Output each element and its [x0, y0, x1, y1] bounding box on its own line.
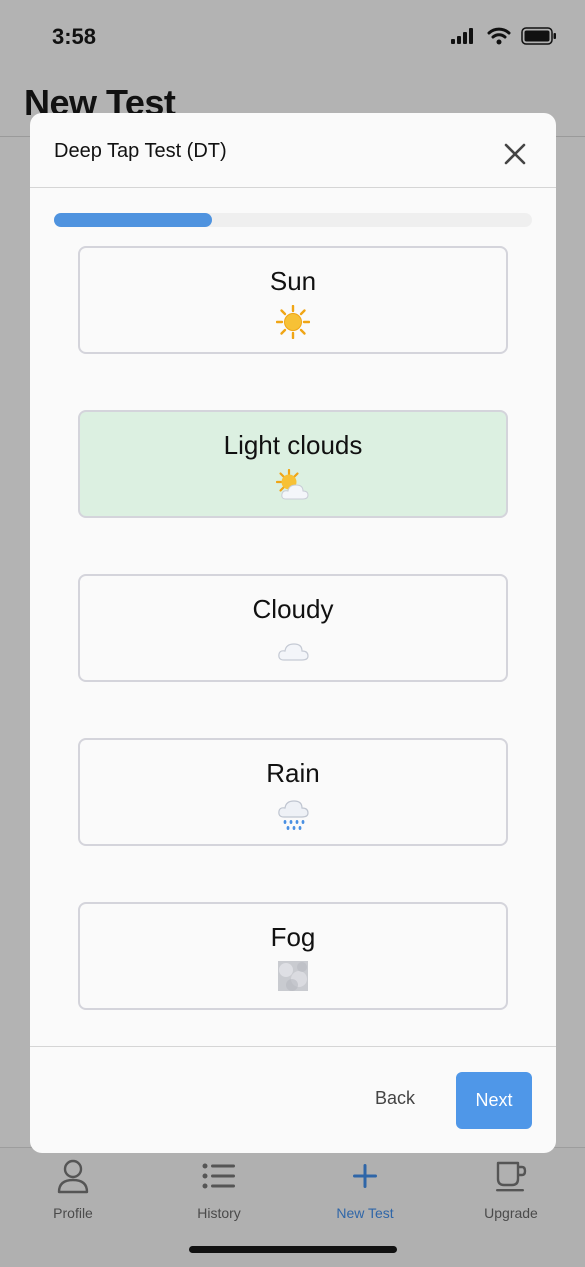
tab-history[interactable]: History	[146, 1158, 292, 1221]
option-label: Sun	[269, 266, 317, 296]
fog-icon	[278, 961, 308, 991]
home-indicator	[189, 1246, 397, 1253]
option-label: Rain	[266, 758, 320, 788]
plus-icon	[353, 1164, 377, 1188]
rain-cloud-icon	[278, 800, 309, 830]
cloud-icon	[278, 643, 309, 661]
modal-title: Deep Tap Test (DT)	[54, 140, 227, 162]
modal-header: Deep Tap Test (DT)	[30, 113, 556, 188]
signal-icon	[451, 28, 473, 44]
tab-label-new-test: New Test	[336, 1205, 394, 1221]
option-label: Fog	[270, 922, 316, 952]
sun-behind-cloud-icon	[276, 469, 309, 500]
tab-label-upgrade: Upgrade	[484, 1205, 538, 1221]
tab-label-profile: Profile	[53, 1205, 93, 1221]
progress-bar	[54, 213, 532, 227]
test-modal: Deep Tap Test (DT) Sun Light clouds Clou…	[30, 113, 556, 1153]
battery-icon	[521, 27, 556, 45]
next-button[interactable]: Next	[456, 1072, 532, 1129]
option-sun[interactable]: Sun	[78, 246, 508, 354]
status-time: 3:58	[52, 24, 97, 49]
coffee-cup-icon	[496, 1161, 527, 1192]
tab-label-history: History	[197, 1205, 241, 1221]
close-button[interactable]	[502, 141, 528, 167]
close-icon	[504, 143, 526, 165]
status-bar: 3:58	[0, 0, 585, 70]
option-label: Light clouds	[223, 430, 363, 460]
modal-footer-divider	[30, 1046, 556, 1047]
option-cloudy[interactable]: Cloudy	[78, 574, 508, 682]
option-light-clouds[interactable]: Light clouds	[78, 410, 508, 518]
sun-icon	[276, 305, 310, 339]
progress-fill	[54, 213, 212, 227]
tab-profile[interactable]: Profile	[0, 1158, 146, 1221]
option-rain[interactable]: Rain	[78, 738, 508, 846]
back-button[interactable]: Back	[375, 1088, 415, 1109]
option-label: Cloudy	[252, 594, 334, 624]
tab-new-test[interactable]: New Test	[292, 1158, 438, 1221]
tab-upgrade[interactable]: Upgrade	[438, 1158, 584, 1221]
status-icons	[451, 27, 557, 45]
wifi-icon	[487, 27, 511, 45]
person-icon	[57, 1159, 89, 1194]
list-icon	[202, 1163, 235, 1189]
option-fog[interactable]: Fog	[78, 902, 508, 1010]
